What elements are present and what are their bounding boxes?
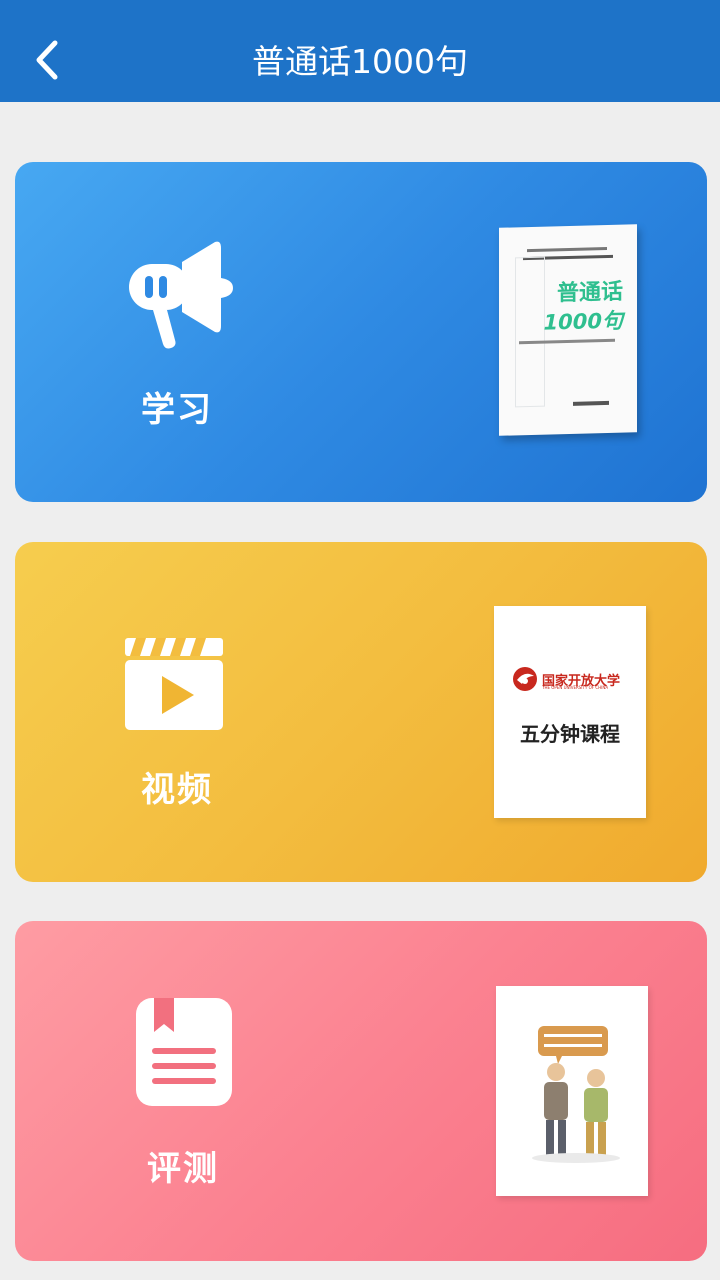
study-card[interactable]: 学习 普通话 1000句 <box>15 162 707 502</box>
book-cover-image: 普通话 1000句 <box>499 224 637 436</box>
university-logo-icon <box>513 667 537 691</box>
two-people-talking-illustration <box>532 1026 620 1163</box>
test-cover-image <box>496 986 648 1196</box>
video-card[interactable]: 视频 国家开放大学 THE OPEN UNIVERSITY OF CHINA 五… <box>15 542 707 882</box>
test-card[interactable]: 评测 <box>15 921 707 1261</box>
video-label: 视频 <box>141 770 213 810</box>
document-icon <box>136 998 232 1106</box>
university-name-en: THE OPEN UNIVERSITY OF CHINA <box>542 685 609 690</box>
page-title: 普通话1000句 <box>252 42 468 81</box>
book-title: 普通话 <box>556 279 623 307</box>
app-header: 普通话1000句 <box>0 0 720 102</box>
book-subtitle: 1000句 <box>543 308 623 335</box>
video-clapper-icon <box>125 638 223 730</box>
test-label: 评测 <box>147 1149 219 1189</box>
course-cover-image: 国家开放大学 THE OPEN UNIVERSITY OF CHINA 五分钟课… <box>494 606 646 818</box>
megaphone-icon <box>129 241 233 349</box>
course-title: 五分钟课程 <box>520 722 620 746</box>
study-label: 学习 <box>141 390 213 430</box>
